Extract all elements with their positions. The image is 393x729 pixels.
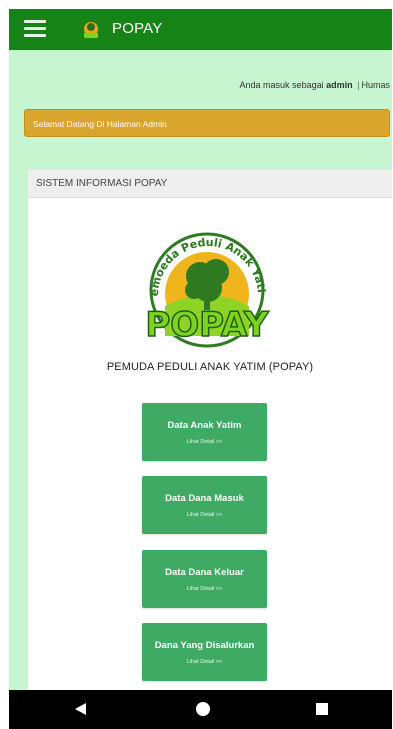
login-info: Anda masuk sebagai admin | Humas — [240, 80, 390, 90]
info-panel: SISTEM INFORMASI POPAY Pemoeda Peduli An… — [27, 169, 392, 711]
organization-name: PEMUDA PEDULI ANAK YATIM (POPAY) — [106, 361, 314, 373]
data-dana-keluar-button[interactable]: Data Dana Keluar Lihat Detail >> — [142, 550, 267, 608]
button-detail-link[interactable]: Lihat Detail >> — [142, 659, 267, 665]
back-icon[interactable] — [75, 703, 86, 715]
android-nav-bar — [9, 690, 392, 729]
logo-word: POPAY — [145, 305, 269, 345]
button-detail-link[interactable]: Lihat Detail >> — [142, 439, 267, 445]
hamburger-icon[interactable] — [24, 20, 46, 38]
login-user: admin — [326, 80, 353, 90]
data-dana-masuk-button[interactable]: Data Dana Masuk Lihat Detail >> — [142, 476, 267, 534]
top-bar: POPAY — [9, 9, 392, 50]
login-prefix: Anda masuk sebagai — [239, 80, 324, 90]
button-title: Data Dana Keluar — [165, 567, 244, 578]
home-icon[interactable] — [196, 702, 210, 716]
popay-logo: Pemoeda Peduli Anak Yatim POPAY — [140, 224, 270, 348]
button-detail-link[interactable]: Lihat Detail >> — [142, 512, 267, 518]
login-role-link[interactable]: Humas — [361, 80, 390, 90]
app-title: POPAY — [112, 20, 163, 37]
login-separator: | — [357, 80, 360, 90]
app-screen: POPAY Anda masuk sebagai admin | Humas Se… — [9, 9, 392, 729]
welcome-alert: Selamat Datang Di Halaman Admin — [24, 109, 390, 137]
button-title: Data Dana Masuk — [165, 493, 244, 504]
data-anak-yatim-button[interactable]: Data Anak Yatim Lihat Detail >> — [142, 403, 267, 461]
button-title: Data Anak Yatim — [167, 420, 242, 431]
panel-heading: SISTEM INFORMASI POPAY — [28, 170, 392, 198]
popay-logo-icon — [84, 22, 98, 38]
button-detail-link[interactable]: Lihat Detail >> — [142, 586, 267, 592]
recent-apps-icon[interactable] — [316, 703, 328, 715]
dana-yang-disalurkan-button[interactable]: Dana Yang Disalurkan Lihat Detail >> — [142, 623, 267, 681]
button-title: Dana Yang Disalurkan — [154, 640, 255, 651]
